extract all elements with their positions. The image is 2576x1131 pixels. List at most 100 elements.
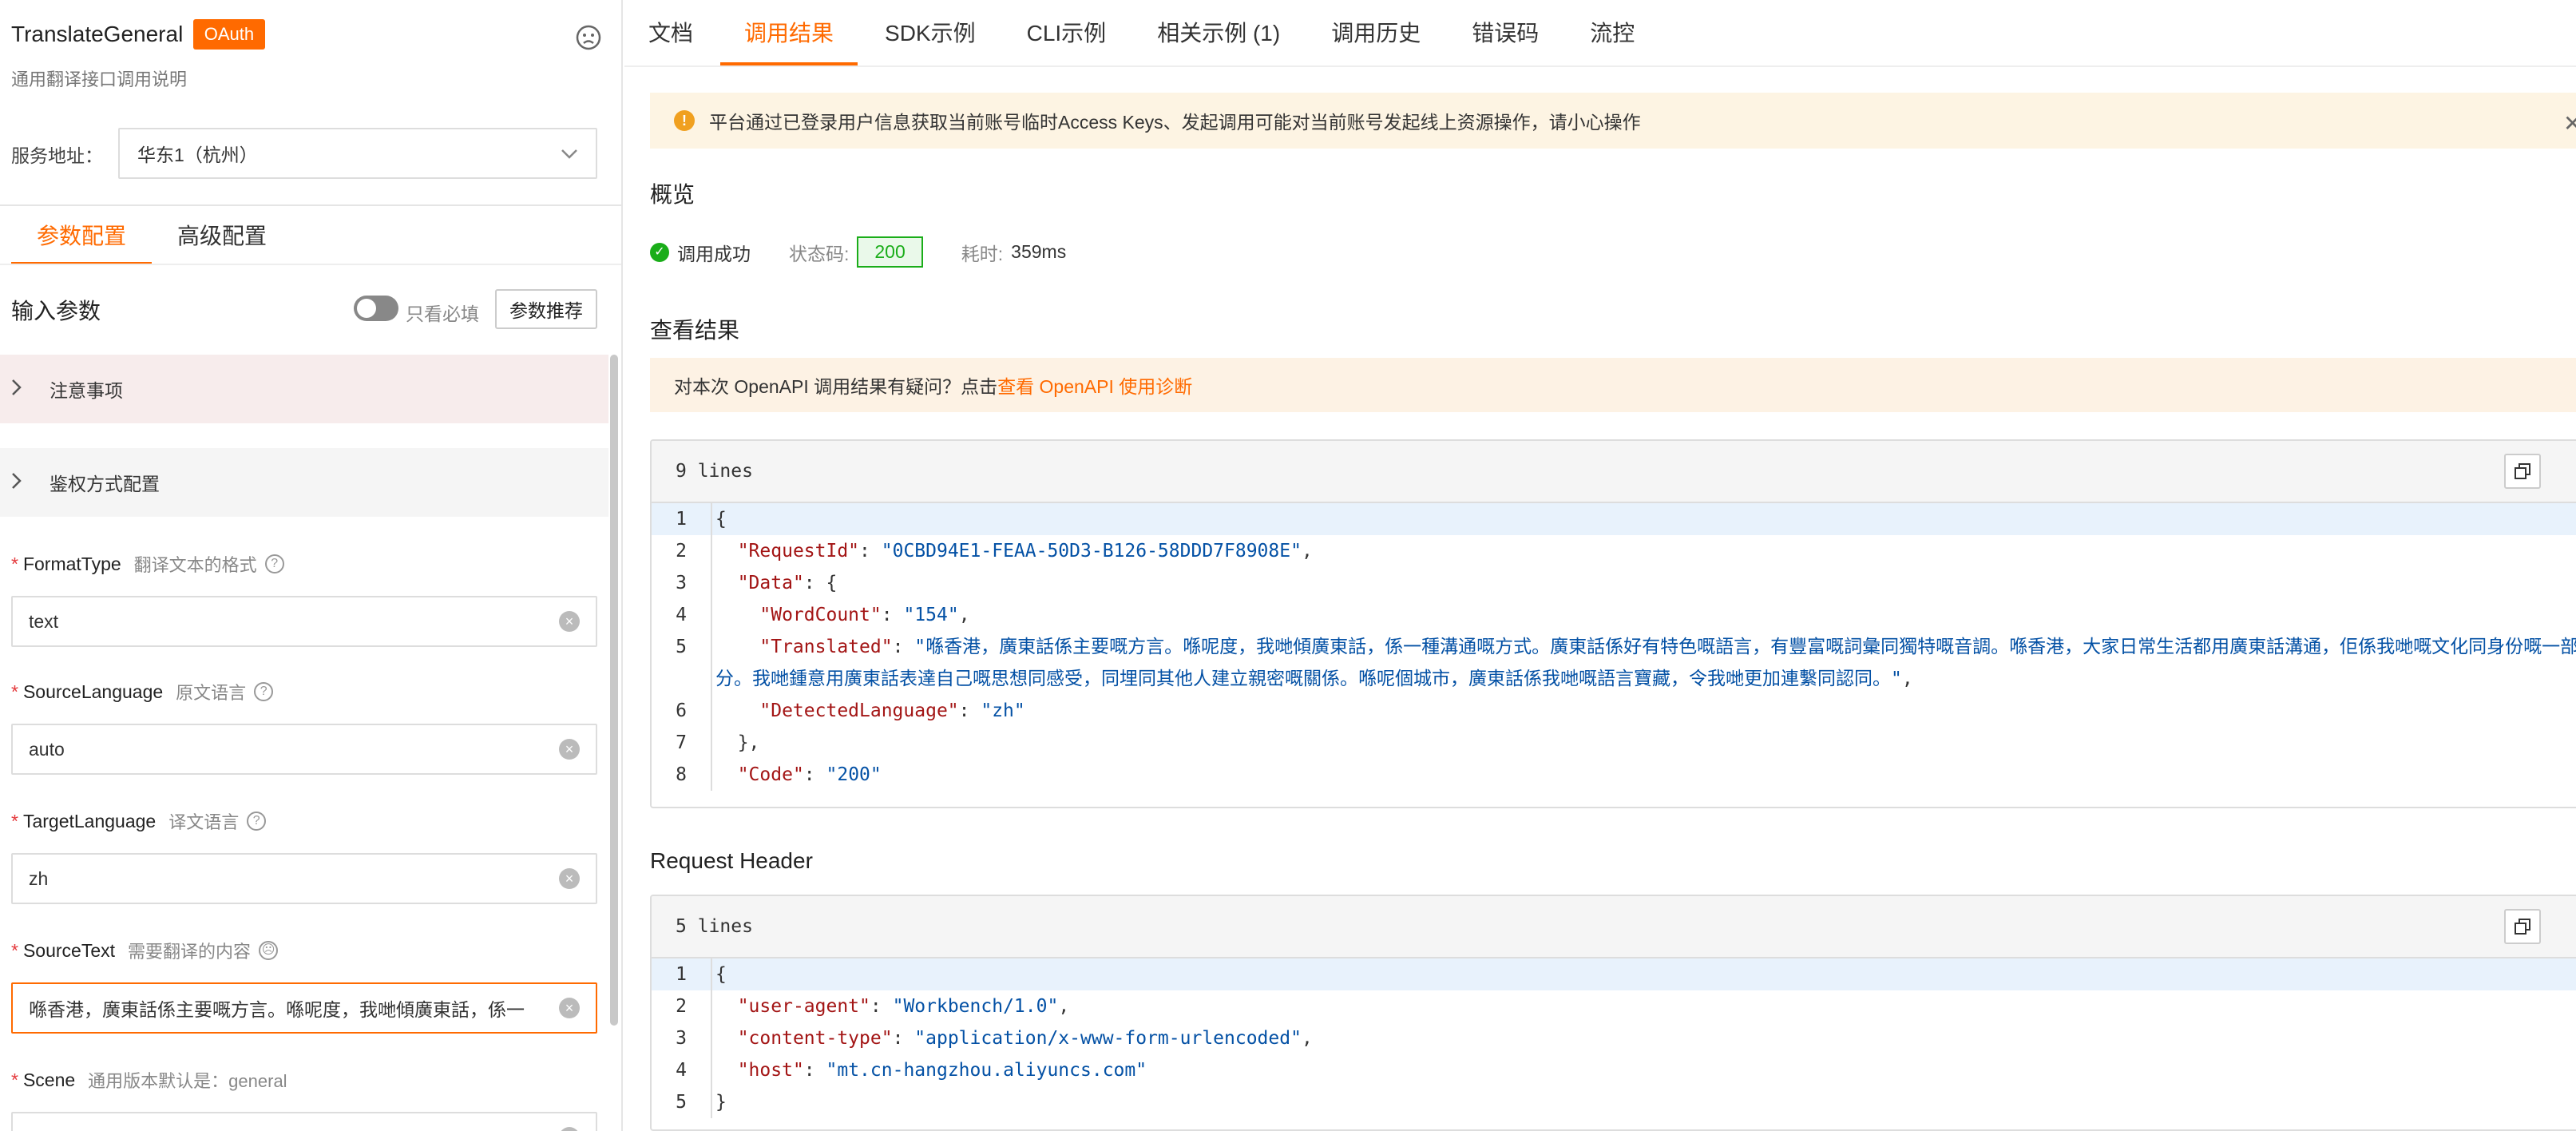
tab-param-config[interactable]: 参数配置 [11,208,153,265]
left-panel: TranslateGeneral OAuth 通用翻译接口调用说明 服务地址： … [0,0,623,1131]
scene-input[interactable]: × [11,1112,597,1131]
notes-collapsible[interactable]: 注意事项 [0,355,608,423]
tab-related-examples[interactable]: 相关示例 (1) [1157,0,1280,65]
tab-call-history[interactable]: 调用历史 [1331,0,1421,65]
lines-count: 9 lines [676,461,753,482]
code-line: 3 "Data": { [652,567,2576,599]
line-content: "Translated": "喺香港，廣東話係主要嘅方言。喺呢度，我哋傾廣東話，… [711,631,2576,695]
field-desc: 通用版本默认是：general [88,1071,287,1091]
lines-count: 5 lines [676,916,753,937]
warning-icon: ! [674,110,695,131]
params-scrollbar[interactable] [610,355,618,1026]
line-number: 2 [676,996,687,1017]
service-value: 华东1（杭州） [137,145,258,165]
tab-advanced-config[interactable]: 高级配置 [152,208,292,265]
line-number: 7 [676,732,687,753]
tab-flow-control[interactable]: 流控 [1590,0,1635,65]
code-line: 7 }, [652,727,2576,759]
field-value: auto [29,738,65,760]
targetlanguage-input[interactable]: zh × [11,853,597,904]
face-icon[interactable]: ☹ [259,941,279,960]
face-icon[interactable] [575,24,602,51]
line-number: 6 [676,700,687,721]
line-number: 3 [676,573,687,593]
question-icon[interactable]: ? [254,682,274,701]
field-desc: 翻译文本的格式 [133,555,257,575]
auth-config-collapsible[interactable]: 鉴权方式配置 [0,448,608,517]
field-value: text [29,610,59,632]
service-select[interactable]: 华东1（杭州） [118,128,597,179]
clear-icon[interactable]: × [559,739,580,760]
code-line: 5} [652,1086,2576,1118]
param-recommend-button[interactable]: 参数推荐 [495,289,597,329]
line-number: 1 [676,964,687,985]
result-title: 查看结果 [650,318,740,343]
code-line: 5 "Translated": "喺香港，廣東話係主要嘅方言。喺呢度，我哋傾廣東… [652,631,2576,695]
copy-icon[interactable] [2504,909,2541,944]
clear-icon[interactable]: × [559,1127,580,1131]
time-value: 359ms [1011,241,1067,262]
sourcetext-input[interactable]: 喺香港，廣東話係主要嘅方言。喺呢度，我哋傾廣東話，係一 × [11,982,597,1034]
sourcelanguage-input[interactable]: auto × [11,724,597,775]
question-icon[interactable]: ? [247,812,267,831]
copy-icon[interactable] [2504,454,2541,489]
clear-icon[interactable]: × [559,998,580,1018]
oauth-badge: OAuth [192,19,266,50]
field-name: TargetLanguage [22,810,157,831]
sourcetext-label: * SourceText 需要翻译的内容 ☹ [11,938,279,963]
right-panel: 文档 调用结果 SDK示例 CLI示例 相关示例 (1) 调用历史 错误码 流控… [624,0,2576,1131]
warning-banner: ! 平台通过已登录用户信息获取当前账号临时Access Keys、发起调用可能对… [650,93,2576,149]
line-number: 5 [676,637,687,657]
time-label: 耗时: [961,243,1004,264]
tab-call-result[interactable]: 调用结果 [720,0,858,65]
line-content: "Code": "200" [711,759,2576,791]
tab-cli-example[interactable]: CLI示例 [1027,0,1107,65]
service-label: 服务地址： [11,145,103,166]
field-name: Scene [22,1069,76,1090]
code-body[interactable]: 1 {2 "RequestId": "0CBD94E1-FEAA-50D3-B12… [652,503,2576,791]
code-line: 2 "RequestId": "0CBD94E1-FEAA-50D3-B126-… [652,535,2576,567]
divider [0,204,621,206]
line-content: { [711,503,2576,535]
field-value: zh [29,867,49,889]
chevron-right-icon [11,376,35,402]
code-line: 4 "WordCount": "154", [652,599,2576,631]
overview-row: ✓ 调用成功 状态码: 200 耗时: 359ms [650,236,1066,268]
code-line: 4 "host": "mt.cn-hangzhou.aliyuncs.com" [652,1054,2576,1086]
auth-config-label: 鉴权方式配置 [50,474,160,494]
line-number: 4 [676,1060,687,1081]
tab-error-codes[interactable]: 错误码 [1472,0,1539,65]
tab-docs[interactable]: 文档 [648,0,693,65]
diagnosis-tip: 对本次 OpenAPI 调用结果有疑问？点击 查看 OpenAPI 使用诊断 [650,358,2576,412]
line-content: "WordCount": "154", [711,599,2576,631]
close-icon[interactable]: ✕ [2563,110,2576,137]
code-body[interactable]: 1{2 "user-agent": "Workbench/1.0", 3 "con… [652,958,2576,1118]
line-number: 8 [676,764,687,785]
api-header: TranslateGeneral OAuth [11,19,605,50]
required-only-toggle[interactable] [354,296,398,321]
input-params-title: 输入参数 [11,299,101,323]
code-header: 9 lines [652,441,2576,503]
clear-icon[interactable]: × [559,868,580,889]
field-value: 喺香港，廣東話係主要嘅方言。喺呢度，我哋傾廣東話，係一 [29,999,525,1020]
chevron-down-icon [561,143,578,165]
status-code-label: 状态码: [789,243,850,264]
field-desc: 需要翻译的内容 [128,942,252,962]
result-tabs: 文档 调用结果 SDK示例 CLI示例 相关示例 (1) 调用历史 错误码 流控 [624,0,2576,67]
targetlanguage-label: * TargetLanguage 译文语言 ? [11,808,267,834]
formattype-input[interactable]: text × [11,596,597,647]
diagnosis-link[interactable]: 查看 OpenAPI 使用诊断 [997,371,1192,399]
chevron-right-icon [11,470,35,495]
api-name: TranslateGeneral [11,22,184,46]
success-icon: ✓ [650,242,669,262]
sourcelanguage-label: * SourceLanguage 原文语言 ? [11,679,274,704]
formattype-label: * FormatType 翻译文本的格式 ? [11,551,284,577]
tab-sdk-example[interactable]: SDK示例 [885,0,976,65]
question-icon[interactable]: ? [264,554,284,573]
line-number: 1 [676,509,687,530]
clear-icon[interactable]: × [559,611,580,632]
line-content: "user-agent": "Workbench/1.0", [711,990,2576,1022]
field-desc: 原文语言 [176,683,247,703]
tip-text: 对本次 OpenAPI 调用结果有疑问？点击 [674,376,998,397]
line-content: "content-type": "application/x-www-form-… [711,1022,2576,1054]
